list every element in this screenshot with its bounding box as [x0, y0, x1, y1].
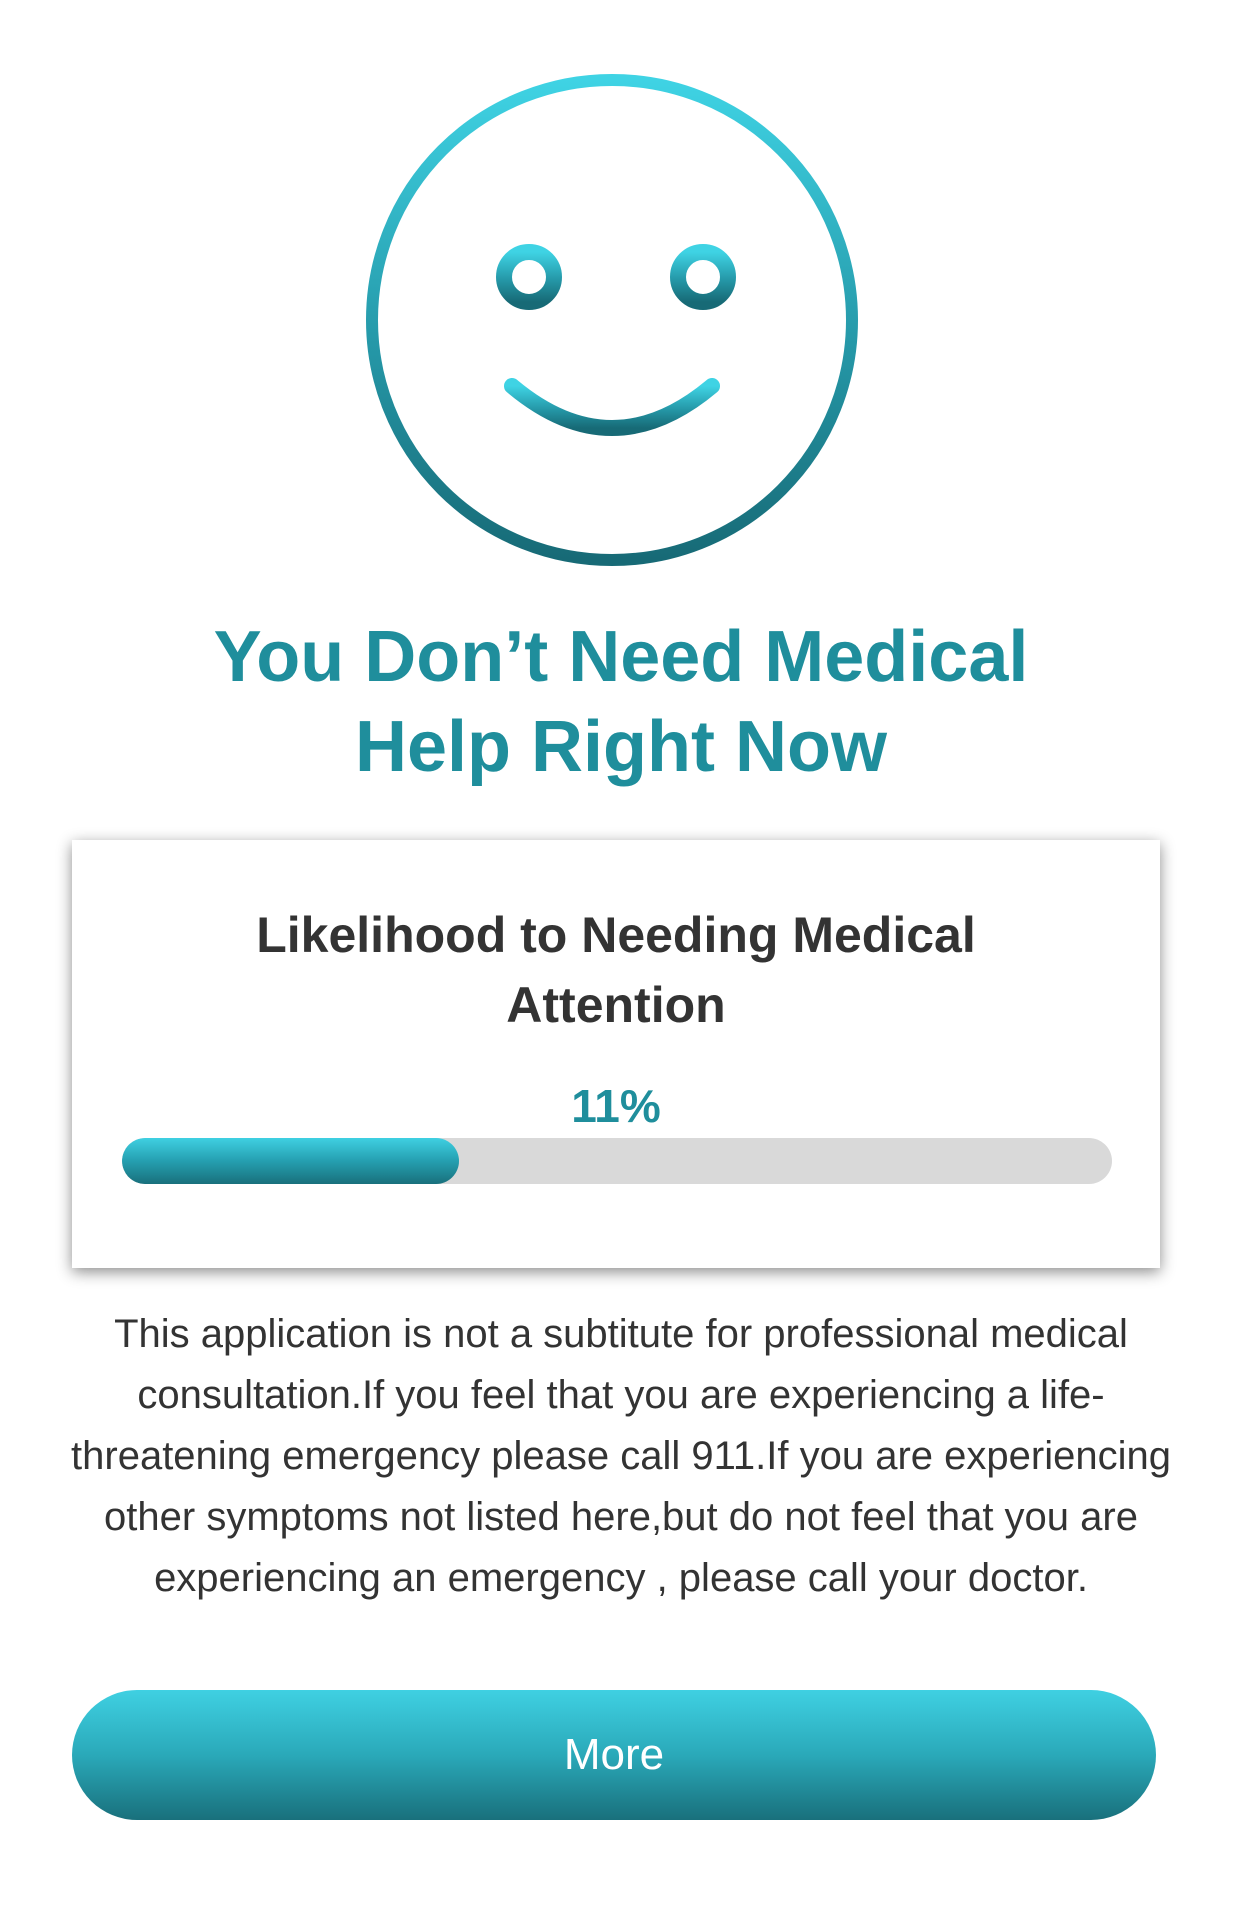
likelihood-percent: 11%: [571, 1080, 661, 1132]
likelihood-progress-track: [122, 1138, 1112, 1184]
right-eye: [670, 244, 736, 310]
likelihood-title: Likelihood to Needing Medical Attention: [256, 907, 976, 1033]
disclaimer-text: This application is not a subtitute for …: [71, 1312, 1171, 1600]
smiley-face-icon: [366, 74, 858, 566]
likelihood-progress-fill: [122, 1138, 459, 1184]
smile-mouth: [504, 378, 720, 436]
likelihood-card: Likelihood to Needing Medical Attention …: [72, 840, 1160, 1268]
headline-line-1: You Don’t Need Medical: [213, 617, 1029, 697]
result-screen: You Don’t Need Medical Help Right Now Li…: [0, 0, 1242, 1929]
more-button[interactable]: More: [72, 1690, 1156, 1820]
result-headline: You Don’t Need Medical Help Right Now: [0, 612, 1242, 792]
headline-line-2: Help Right Now: [355, 707, 887, 787]
left-eye: [496, 244, 562, 310]
